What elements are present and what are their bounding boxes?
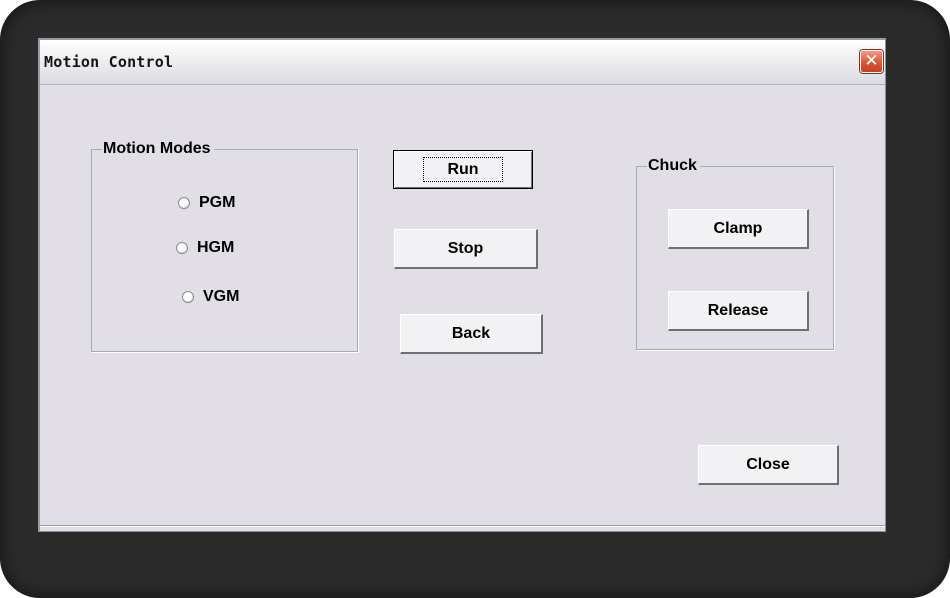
- bottom-divider: [40, 525, 885, 527]
- radio-button-icon[interactable]: [182, 291, 194, 303]
- radio-pgm-label: PGM: [199, 194, 236, 211]
- motion-modes-group: Motion Modes PGM HGM VGM: [91, 140, 358, 352]
- stop-button-label: Stop: [447, 240, 484, 257]
- close-button-label: Close: [746, 456, 790, 473]
- chuck-label: Chuck: [647, 157, 700, 175]
- radio-button-icon[interactable]: [178, 197, 190, 209]
- radio-vgm-label: VGM: [203, 288, 240, 305]
- radio-vgm[interactable]: VGM: [182, 287, 239, 307]
- motion-modes-label: Motion Modes: [102, 140, 214, 158]
- radio-hgm-label: HGM: [197, 239, 235, 256]
- title-bar[interactable]: Motion Control ✕: [40, 40, 885, 85]
- close-icon[interactable]: ✕: [860, 50, 883, 73]
- run-button-label: Run: [423, 156, 503, 182]
- stop-button[interactable]: Stop: [394, 229, 538, 269]
- radio-hgm[interactable]: HGM: [176, 238, 234, 258]
- close-button[interactable]: Close: [698, 445, 839, 485]
- run-button[interactable]: Run: [393, 150, 533, 189]
- clamp-button[interactable]: Clamp: [668, 209, 809, 249]
- radio-button-icon[interactable]: [176, 242, 188, 254]
- screen-frame: Motion Control ✕ Motion Modes PGM HGM VG…: [0, 0, 950, 598]
- release-button[interactable]: Release: [668, 291, 809, 331]
- window-title: Motion Control: [44, 53, 174, 71]
- motion-control-dialog: Motion Control ✕ Motion Modes PGM HGM VG…: [38, 38, 886, 532]
- back-button[interactable]: Back: [400, 314, 543, 354]
- release-button-label: Release: [707, 302, 769, 319]
- radio-pgm[interactable]: PGM: [178, 193, 235, 213]
- clamp-button-label: Clamp: [713, 220, 763, 237]
- back-button-label: Back: [451, 325, 491, 342]
